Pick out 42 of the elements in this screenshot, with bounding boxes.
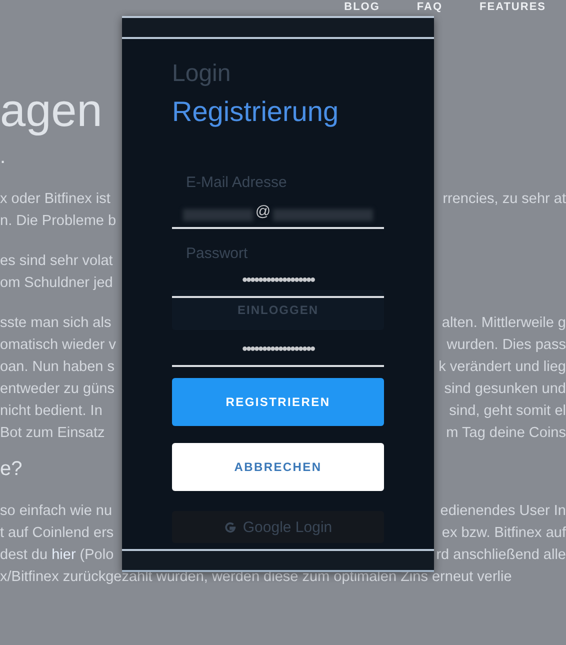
cancel-button[interactable]: ABBRECHEN [172, 443, 384, 491]
paragraph-line: entweder zu güns [0, 381, 114, 397]
paragraph-line: alten. Mittlerweile g [442, 315, 566, 331]
paragraph-line: sind, geht somit el [449, 403, 566, 419]
paragraph-line: rrencies, zu sehr at [442, 191, 566, 207]
password-field[interactable]: •••••••••••••••••• [172, 272, 384, 298]
password-field[interactable]: •••••••••••••••••• [172, 341, 384, 367]
paragraph-line: ex bzw. Bitfinex auf [442, 525, 566, 541]
paragraph-line: k verändert und lieg [438, 359, 566, 375]
paragraph-line: sste man sich als [0, 315, 112, 331]
paragraph-line: n. Die Probleme b [0, 213, 116, 229]
paragraph-line: oan. Nun haben s [0, 359, 114, 375]
google-icon [224, 520, 237, 534]
paragraph-line: m Tag deine Coins [446, 425, 566, 441]
paragraph-line: t auf Coinlend ers [0, 525, 114, 541]
nav-link[interactable]: BLOG [344, 0, 380, 14]
paragraph-line: rd anschließend alle [436, 547, 566, 563]
text-link[interactable]: hier [52, 547, 76, 563]
paragraph-line: om Schuldner jed [0, 275, 113, 291]
paragraph-line: Bot zum Einsatz [0, 425, 105, 441]
page-heading: . [0, 146, 6, 168]
paragraph-line: es sind sehr volat [0, 253, 113, 269]
email-field[interactable]: @ [172, 203, 384, 229]
faded-login-title: Login [172, 59, 231, 89]
paragraph-line: edienendes User In [440, 503, 566, 519]
paragraph-line: wurden. Dies pass [446, 337, 566, 353]
register-button[interactable]: REGISTRIEREN [172, 378, 384, 426]
paragraph-line: dest du hier (Polo [0, 547, 114, 563]
faded-password-label: Passwort [186, 245, 248, 263]
paragraph-line: sind gesunken und [444, 381, 566, 397]
paragraph-line: so einfach wie nu [0, 503, 112, 519]
dialog-title: Registrierung [172, 95, 339, 129]
paragraph-line: nicht bedient. In [0, 403, 102, 419]
redacted-text [183, 209, 254, 221]
page-heading: e? [0, 458, 22, 480]
nav-link[interactable]: FAQ [416, 0, 443, 14]
paragraph-line: x oder Bitfinex ist [0, 191, 110, 207]
faded-google-label: Google Login [242, 518, 332, 536]
nav-link[interactable]: FEATURES [480, 0, 546, 14]
paragraph-line: omatisch wieder v [0, 337, 116, 353]
faded-email-label: E-Mail Adresse [186, 174, 287, 192]
page-heading: agen [0, 83, 102, 137]
